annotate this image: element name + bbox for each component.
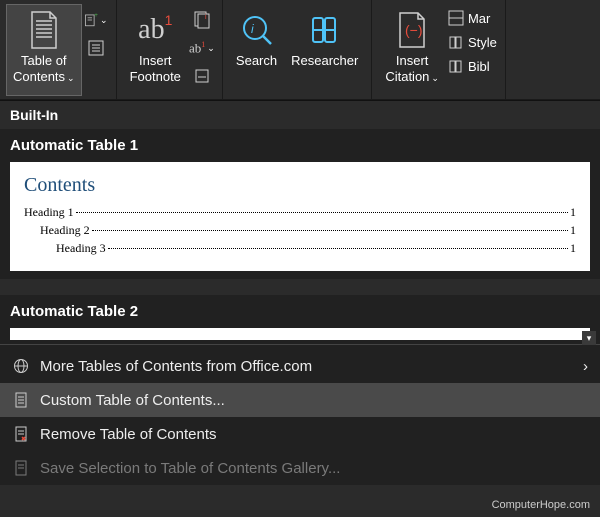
researcher-label: Researcher [291,53,358,69]
search-label: Search [236,53,277,69]
automatic-table-1-title: Automatic Table 1 [0,129,600,162]
footnote-icon: ab 1 [138,9,172,51]
document-toc-icon [28,9,60,51]
footnote-small-buttons: i ab1 ⌄ [188,4,216,92]
ribbon-group-footnotes: ab 1 Insert Footnote i ab1 ⌄ [117,0,223,99]
automatic-table-2-preview[interactable] [10,328,590,340]
add-text-button[interactable]: + ⌄ [84,8,108,32]
watermark-text: ComputerHope.com [492,499,590,511]
preview-contents-title: Contents [24,174,576,197]
search-icon: i [239,9,275,51]
svg-text:(−): (−) [405,22,423,38]
document-save-icon [12,459,30,477]
ribbon-group-toc: Table of Contents⌄ + ⌄ [0,0,117,99]
ribbon: Table of Contents⌄ + ⌄ [0,0,600,100]
automatic-table-1-preview[interactable]: Contents Heading 11 Heading 21 Heading 3… [10,162,590,271]
show-notes-button[interactable] [190,64,214,88]
citations-partial: Mar Style Bibl [446,4,499,80]
insert-citation-button[interactable]: (−) Insert Citation⌄ [378,4,446,96]
builtin-header: Built-In [0,101,600,129]
document-remove-icon [12,425,30,443]
svg-text:+: + [94,12,98,19]
remove-toc-label: Remove Table of Contents [40,426,217,443]
insert-footnote-button[interactable]: ab 1 Insert Footnote [123,4,188,96]
chevron-right-icon: › [583,358,588,375]
toc-button-label: Table of Contents⌄ [13,53,75,84]
ribbon-group-citations: (−) Insert Citation⌄ Mar Style Bibl [372,0,506,99]
preview-heading-1: Heading 11 [24,205,576,220]
next-footnote-button[interactable]: ab1 ⌄ [190,36,214,60]
insert-endnote-button[interactable]: i [190,8,214,32]
bibliography-button[interactable]: Bibl [448,58,497,74]
globe-icon [12,357,30,375]
more-tables-label: More Tables of Contents from Office.com [40,358,312,375]
researcher-button[interactable]: Researcher [284,4,365,96]
remove-toc-menu-item[interactable]: Remove Table of Contents [0,417,600,451]
preview-heading-3: Heading 31 [24,241,576,256]
custom-toc-menu-item[interactable]: Custom Table of Contents... [0,383,600,417]
more-tables-menu-item[interactable]: More Tables of Contents from Office.com … [0,349,600,383]
save-selection-label: Save Selection to Table of Contents Gall… [40,460,340,477]
insert-footnote-label: Insert Footnote [130,53,181,84]
document-icon [12,391,30,409]
citation-style-button[interactable]: Style [448,34,497,50]
table-of-contents-button[interactable]: Table of Contents⌄ [6,4,82,96]
scroll-down-icon[interactable]: ▾ [582,331,596,345]
custom-toc-label: Custom Table of Contents... [40,392,225,409]
toc-small-buttons: + ⌄ [82,4,110,64]
toc-dropdown-panel: Built-In Automatic Table 1 Contents Head… [0,100,600,485]
manage-sources-button[interactable]: Mar [448,10,497,26]
save-selection-menu-item: Save Selection to Table of Contents Gall… [0,451,600,485]
citation-icon: (−) [395,9,429,51]
preview-heading-2: Heading 21 [24,223,576,238]
search-button[interactable]: i Search [229,4,284,96]
svg-text:i: i [251,22,254,36]
insert-citation-label: Insert Citation⌄ [385,53,439,84]
ribbon-group-research: i Search Researcher [223,0,372,99]
update-table-button[interactable] [84,36,108,60]
automatic-table-2-title: Automatic Table 2 [0,295,600,328]
researcher-icon [307,9,343,51]
